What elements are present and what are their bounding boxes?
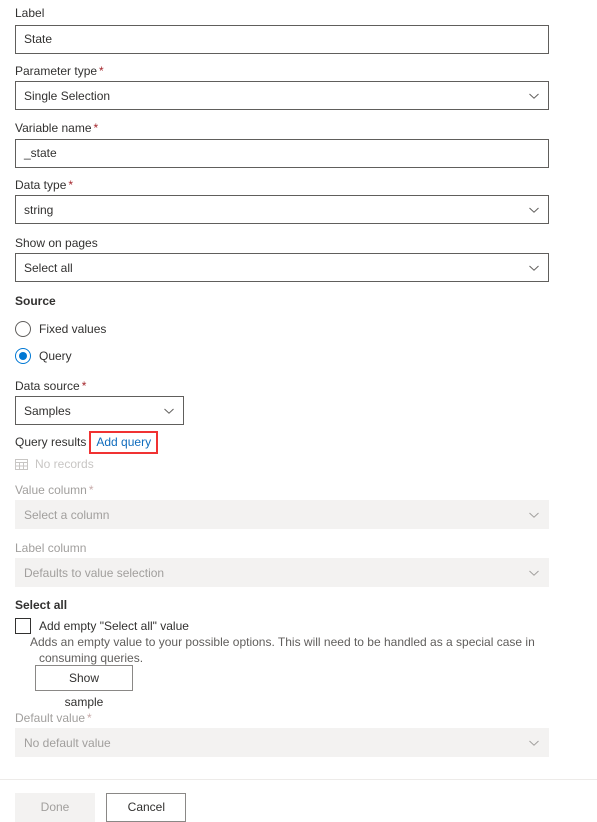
data-source-value: Samples xyxy=(24,403,71,418)
parameter-type-value: Single Selection xyxy=(24,88,111,103)
required-asterisk: * xyxy=(81,379,87,393)
label-input[interactable]: State xyxy=(15,25,549,54)
parameter-form: Label State Parameter type * Single Selec… xyxy=(0,0,597,779)
required-asterisk: * xyxy=(93,121,99,135)
chevron-down-icon xyxy=(529,570,539,576)
value-column-dropdown[interactable]: Select a column xyxy=(15,500,549,529)
radio-query-label: Query xyxy=(39,349,72,363)
chevron-down-icon xyxy=(164,408,174,414)
annotation-highlight: Add query xyxy=(89,430,159,454)
required-asterisk: * xyxy=(88,483,94,497)
add-empty-select-all-checkbox[interactable]: Add empty "Select all" value xyxy=(15,616,189,636)
data-source-dropdown[interactable]: Samples xyxy=(15,396,184,425)
add-query-link[interactable]: Add query xyxy=(96,435,151,449)
add-empty-select-all-label: Add empty "Select all" value xyxy=(39,619,189,633)
query-results-empty: No records xyxy=(15,455,94,473)
radio-query[interactable]: Query xyxy=(15,346,72,366)
default-value-value: No default value xyxy=(24,735,111,750)
radio-icon xyxy=(15,321,31,337)
select-all-section-title: Select all xyxy=(15,598,68,612)
radio-selected-icon xyxy=(15,348,31,364)
value-column-value: Select a column xyxy=(24,507,110,522)
data-type-dropdown[interactable]: string xyxy=(15,195,549,224)
source-section-title: Source xyxy=(15,294,56,308)
parameter-type-dropdown[interactable]: Single Selection xyxy=(15,81,549,110)
chevron-down-icon xyxy=(529,207,539,213)
chevron-down-icon xyxy=(529,740,539,746)
label-column-value: Defaults to value selection xyxy=(24,565,165,580)
chevron-down-icon xyxy=(529,265,539,271)
variable-name-field-label: Variable name * xyxy=(15,121,99,135)
show-on-pages-dropdown[interactable]: Select all xyxy=(15,253,549,282)
show-sample-button[interactable]: Show sample xyxy=(35,665,133,709)
show-on-pages-value: Select all xyxy=(24,260,73,275)
checkbox-icon xyxy=(15,618,31,634)
cancel-button[interactable]: Cancel xyxy=(106,793,187,822)
query-results-row: Query results Add query xyxy=(15,430,159,454)
variable-name-input[interactable]: _state xyxy=(15,139,549,168)
grid-icon xyxy=(15,458,28,470)
label-field-label: Label xyxy=(15,6,45,20)
parameter-settings-panel: Label State Parameter type * Single Selec… xyxy=(0,0,597,822)
done-button[interactable]: Done xyxy=(15,793,95,822)
field-variable-name: Variable name * xyxy=(15,121,98,140)
chevron-down-icon xyxy=(529,512,539,518)
query-results-label: Query results xyxy=(15,435,87,449)
panel-footer: Done Cancel xyxy=(0,779,597,822)
required-asterisk: * xyxy=(68,178,74,192)
data-type-value: string xyxy=(24,202,54,217)
no-records-text: No records xyxy=(35,457,94,471)
field-label: Label xyxy=(15,6,44,25)
required-asterisk: * xyxy=(99,64,104,78)
radio-fixed-values-label: Fixed values xyxy=(39,322,107,336)
label-column-dropdown[interactable]: Defaults to value selection xyxy=(15,558,549,587)
required-asterisk: * xyxy=(87,711,92,725)
chevron-down-icon xyxy=(529,93,539,99)
default-value-dropdown[interactable]: No default value xyxy=(15,728,549,757)
select-all-description: Adds an empty value to your possible opt… xyxy=(30,635,535,665)
radio-fixed-values[interactable]: Fixed values xyxy=(15,319,106,339)
